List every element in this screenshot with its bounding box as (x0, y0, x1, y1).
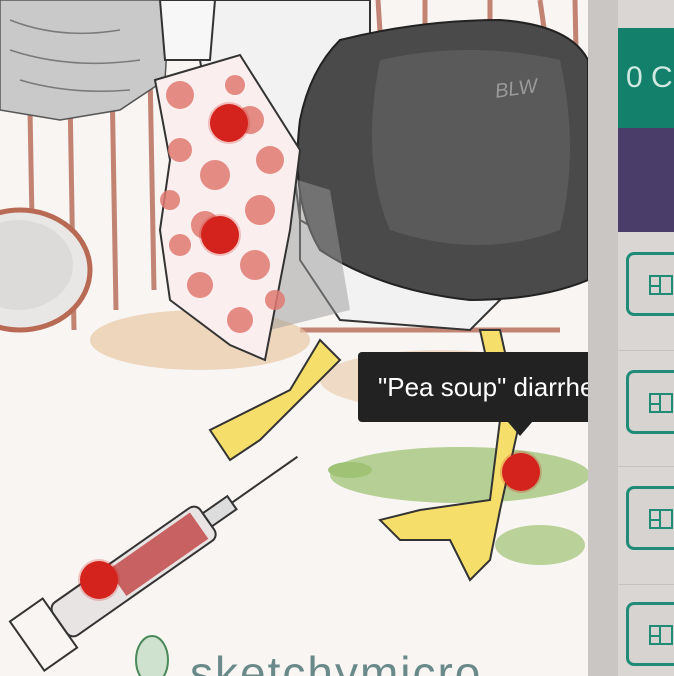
tooltip-arrow (507, 421, 533, 436)
hotspot-scarf-lower[interactable] (201, 216, 239, 254)
panel-button-1[interactable] (626, 252, 674, 316)
panel-header-text: 0 Ch (626, 61, 674, 94)
panel-button-4[interactable] (626, 602, 674, 666)
panel-button-3[interactable] (626, 486, 674, 550)
app-viewport: BLW sketchymicro "Pea soup" diarrhea 0 C… (0, 0, 674, 676)
grid-icon (649, 275, 673, 295)
panel-divider[interactable] (588, 0, 618, 676)
side-panel: 0 Ch (588, 0, 674, 676)
hotspot-pea-soup-diarrhea[interactable] (502, 453, 540, 491)
panel-banner (618, 128, 674, 232)
sketch-illustration: BLW sketchymicro (0, 0, 588, 676)
grid-icon (649, 393, 673, 413)
hotspot-scarf-upper[interactable] (210, 104, 248, 142)
watermark-text: sketchymicro (190, 647, 483, 676)
grid-icon (649, 509, 673, 529)
tooltip-text: "Pea soup" diarrhea (378, 372, 609, 402)
row-divider (618, 350, 674, 351)
grid-icon (649, 625, 673, 645)
hotspot-syringe[interactable] (80, 561, 118, 599)
panel-header: 0 Ch (618, 28, 674, 128)
row-divider (618, 466, 674, 467)
panel-button-2[interactable] (626, 370, 674, 434)
row-divider (618, 584, 674, 585)
